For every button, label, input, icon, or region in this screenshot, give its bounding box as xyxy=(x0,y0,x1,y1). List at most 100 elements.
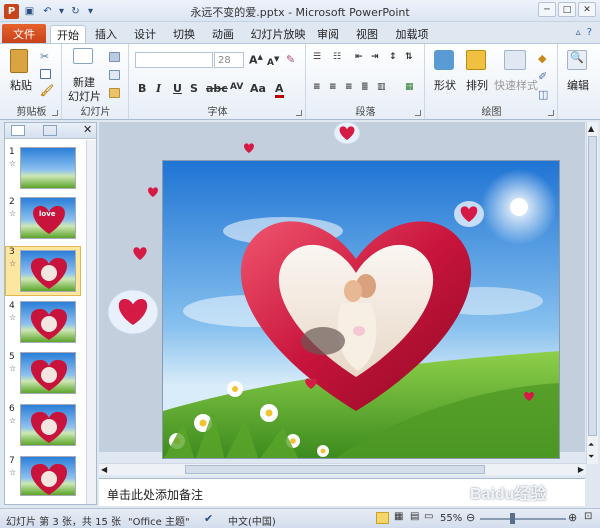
thumbnail-1[interactable]: 1 ☆ xyxy=(6,147,86,195)
status-language[interactable]: 中文(中国) xyxy=(228,513,276,528)
edit-label[interactable]: 编辑 xyxy=(567,77,589,93)
thumbnail-2[interactable]: 2 ☆ love xyxy=(6,197,86,245)
decrease-indent-icon[interactable]: ⇤ xyxy=(355,52,363,62)
undo-icon[interactable]: ↶ xyxy=(40,4,55,19)
arrange-label[interactable]: 排列 xyxy=(466,77,488,93)
quick-styles-label[interactable]: 快速样式 xyxy=(494,77,538,93)
section-icon[interactable] xyxy=(109,88,120,98)
shape-effects-icon[interactable]: ◫ xyxy=(538,88,548,101)
font-color-icon[interactable]: A xyxy=(275,82,284,98)
scroll-left-icon[interactable]: ◀ xyxy=(101,465,107,474)
save-icon[interactable]: ▣ xyxy=(22,4,37,19)
quick-styles-icon[interactable] xyxy=(504,50,526,70)
thumbnail-3-selected[interactable]: 3 ☆ xyxy=(5,246,81,296)
shadow-icon[interactable]: S xyxy=(190,82,198,95)
scroll-hthumb[interactable] xyxy=(185,465,485,474)
drawing-launcher-icon[interactable] xyxy=(548,110,554,116)
close-icon[interactable]: ✕ xyxy=(578,2,596,17)
next-slide-icon[interactable]: ⏷ xyxy=(588,452,594,462)
minimize-ribbon-icon[interactable]: ▵ xyxy=(576,27,581,38)
sorter-view-icon[interactable]: ▦ xyxy=(394,511,403,522)
customize-qat-icon[interactable]: ▾ xyxy=(86,4,95,19)
reading-view-icon[interactable]: ▤ xyxy=(410,511,419,522)
copy-icon[interactable] xyxy=(40,69,51,79)
tab-home[interactable]: 开始 xyxy=(50,25,86,43)
tab-file[interactable]: 文件 xyxy=(2,24,46,43)
slideshow-view-icon[interactable]: ▭ xyxy=(424,511,433,522)
cut-icon[interactable]: ✂ xyxy=(40,50,49,63)
underline-icon[interactable]: U xyxy=(173,82,182,95)
fit-window-icon[interactable]: ⊡ xyxy=(584,511,592,522)
format-painter-icon[interactable]: 🖌 xyxy=(40,84,54,97)
bullets-icon[interactable]: ☰ xyxy=(313,52,321,62)
clear-format-icon[interactable]: ✎ xyxy=(286,53,295,66)
align-center-icon[interactable]: ≡ xyxy=(329,82,337,92)
slide-horizontal-scrollbar[interactable]: ◀ ▶ xyxy=(99,463,586,475)
shapes-label[interactable]: 形状 xyxy=(434,77,456,93)
scroll-up-icon[interactable]: ▲ xyxy=(588,124,594,133)
font-size-combo[interactable]: 28 xyxy=(214,52,244,68)
slide-vertical-scrollbar[interactable]: ▲ ⏶ ⏷ xyxy=(586,122,598,464)
tab-insert[interactable]: 插入 xyxy=(91,25,121,43)
reset-icon[interactable] xyxy=(109,70,120,80)
zoom-slider[interactable] xyxy=(480,518,566,520)
minimize-icon[interactable]: ─ xyxy=(538,2,556,17)
outline-tab-icon[interactable] xyxy=(43,125,57,136)
text-direction-icon[interactable]: ⇅ xyxy=(405,52,413,62)
paragraph-launcher-icon[interactable] xyxy=(415,110,421,116)
thumbnail-4[interactable]: 4 ☆ xyxy=(6,301,86,349)
columns-icon[interactable]: ▥ xyxy=(377,82,386,92)
scroll-thumb[interactable] xyxy=(588,136,597,436)
zoom-in-icon[interactable]: ⊕ xyxy=(568,511,577,524)
shape-fill-icon[interactable]: ◆ xyxy=(538,52,546,65)
slides-pane-scrollbar[interactable] xyxy=(86,140,96,504)
status-zoom[interactable]: 55% xyxy=(440,513,462,524)
maximize-icon[interactable]: □ xyxy=(558,2,576,17)
zoom-out-icon[interactable]: ⊖ xyxy=(466,511,475,524)
slide-canvas[interactable] xyxy=(162,160,560,459)
numbering-icon[interactable]: ☷ xyxy=(333,52,341,62)
spacing-icon[interactable]: AV xyxy=(230,82,243,92)
new-slide-label-2[interactable]: 幻灯片 xyxy=(68,88,101,104)
zoom-slider-thumb[interactable] xyxy=(510,513,515,524)
paste-label[interactable]: 粘贴 xyxy=(10,77,32,93)
change-case-icon[interactable]: Aa xyxy=(250,82,266,95)
arrange-icon[interactable] xyxy=(466,50,486,70)
thumbnail-6[interactable]: 6 ☆ xyxy=(6,404,86,452)
align-right-icon[interactable]: ≡ xyxy=(345,82,353,92)
tab-design[interactable]: 设计 xyxy=(130,25,160,43)
status-theme[interactable]: "Office 主题" xyxy=(128,513,190,528)
help-icon[interactable]: ? xyxy=(587,27,592,38)
tab-view[interactable]: 视图 xyxy=(352,25,382,43)
spellcheck-icon[interactable]: ✔ xyxy=(204,512,213,525)
thumbnail-7[interactable]: 7 ☆ xyxy=(6,456,86,504)
tab-transitions[interactable]: 切换 xyxy=(169,25,199,43)
smartart-icon[interactable]: ▦ xyxy=(405,82,414,92)
increase-indent-icon[interactable]: ⇥ xyxy=(371,52,379,62)
line-spacing-icon[interactable]: ↕ xyxy=(389,52,397,62)
powerpoint-logo-icon[interactable]: P xyxy=(4,3,19,19)
font-launcher-icon[interactable] xyxy=(296,110,302,116)
slides-tab-icon[interactable] xyxy=(11,125,25,136)
tab-animations[interactable]: 动画 xyxy=(208,25,238,43)
close-pane-icon[interactable]: ✕ xyxy=(83,123,92,136)
bold-icon[interactable]: B xyxy=(138,82,146,95)
scroll-right-icon[interactable]: ▶ xyxy=(578,465,584,474)
new-slide-icon[interactable] xyxy=(73,48,93,64)
grow-font-icon[interactable]: A▲ xyxy=(249,53,263,67)
align-left-icon[interactable]: ≡ xyxy=(313,82,321,92)
shape-outline-icon[interactable]: ✐ xyxy=(538,70,547,83)
find-icon[interactable]: 🔍 xyxy=(567,50,587,70)
italic-icon[interactable]: I xyxy=(156,82,161,95)
tab-review[interactable]: 审阅 xyxy=(313,25,343,43)
notes-placeholder[interactable]: 单击此处添加备注 xyxy=(107,486,203,503)
clipboard-launcher-icon[interactable] xyxy=(52,110,58,116)
undo-dropdown-icon[interactable]: ▾ xyxy=(58,4,65,19)
strikethrough-icon[interactable]: abc xyxy=(206,82,228,95)
normal-view-icon[interactable] xyxy=(376,512,389,524)
prev-slide-icon[interactable]: ⏶ xyxy=(588,440,594,450)
paste-icon[interactable] xyxy=(10,49,28,73)
tab-slideshow[interactable]: 幻灯片放映 xyxy=(250,25,306,43)
font-family-combo[interactable] xyxy=(135,52,213,68)
redo-icon[interactable]: ↻ xyxy=(68,4,83,19)
